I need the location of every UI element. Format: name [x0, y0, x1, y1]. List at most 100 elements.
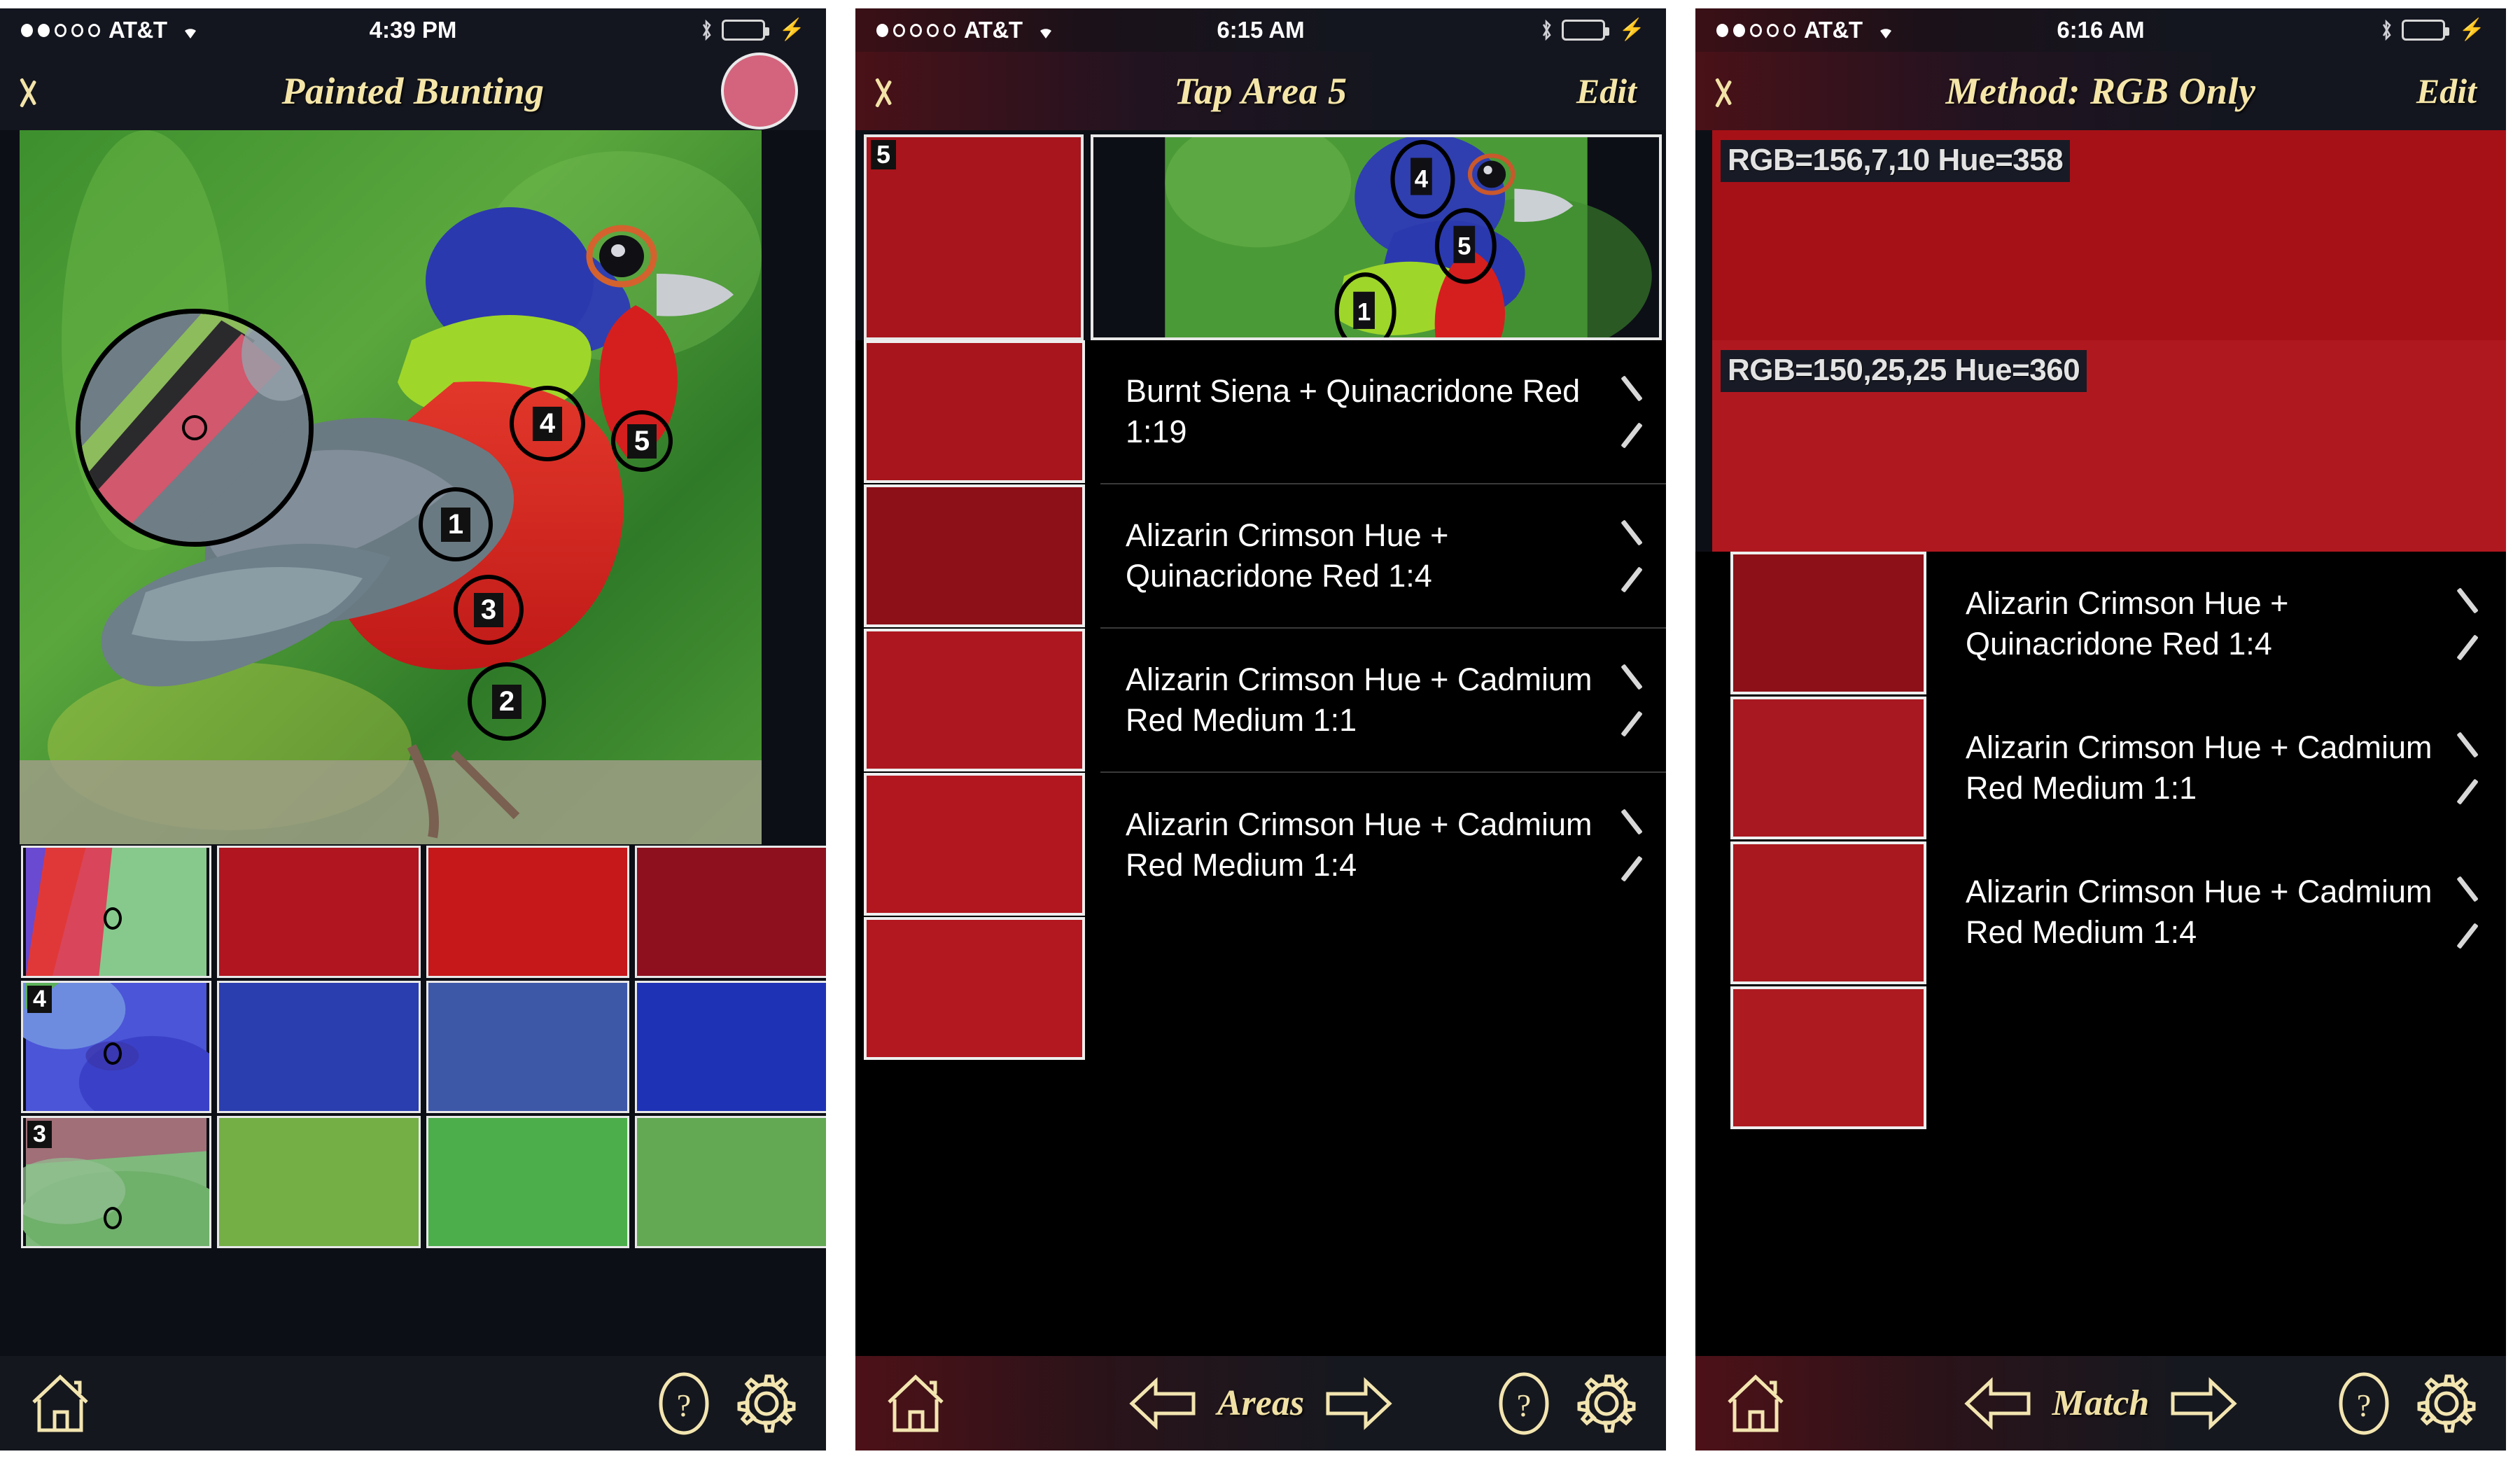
- color-swatch[interactable]: [635, 846, 826, 978]
- list-item[interactable]: Burnt Siena + Quinacridone Red 1:19: [1100, 340, 1666, 484]
- panel1-content: 1 2 3 4 5 4 3: [0, 130, 826, 1356]
- match-color-swatch[interactable]: [864, 340, 1085, 483]
- home-icon[interactable]: [1723, 1373, 1788, 1434]
- lightning-bolt-icon: ⚡: [1618, 18, 1645, 41]
- question-mark-icon[interactable]: ?: [1497, 1371, 1551, 1436]
- edit-button[interactable]: Edit: [1576, 71, 1645, 111]
- color-swatch[interactable]: [426, 981, 630, 1113]
- nav-bar-3: Method: RGB Only Edit: [1695, 52, 2506, 130]
- back-button[interactable]: [1729, 68, 1756, 114]
- home-icon[interactable]: [883, 1373, 948, 1434]
- chevron-right-icon: [1616, 385, 1648, 438]
- area-thumbnail[interactable]: 3: [21, 1116, 211, 1248]
- svg-text:1: 1: [1357, 300, 1371, 326]
- list-item[interactable]: Alizarin Crimson Hue + Quinacridone Red …: [1100, 484, 1666, 629]
- lightning-bolt-icon: ⚡: [2458, 18, 2485, 41]
- list-item[interactable]: Alizarin Crimson Hue + Cadmium Red Mediu…: [1940, 696, 2506, 840]
- photo-viewer[interactable]: 1 2 3 4 5: [0, 130, 826, 844]
- edit-button[interactable]: Edit: [2416, 71, 2485, 111]
- carrier-label: AT&T: [1804, 17, 1863, 43]
- matches-area: Alizarin Crimson Hue + Quinacridone Red …: [1695, 552, 2506, 1356]
- sample-point-ring: [103, 907, 122, 930]
- toolbar-nav-label[interactable]: Areas: [1217, 1383, 1304, 1424]
- magnifier-loupe[interactable]: [76, 309, 314, 547]
- thumbnail-badge: 3: [27, 1121, 52, 1149]
- selected-area-swatch[interactable]: 5: [864, 134, 1084, 340]
- tap-area-marker-1[interactable]: 1: [419, 487, 493, 561]
- match-color-swatch[interactable]: [1730, 552, 1926, 694]
- match-name: Alizarin Crimson Hue + Quinacridone Red …: [1966, 585, 2289, 662]
- area-thumbnail[interactable]: 4: [21, 981, 211, 1113]
- chevron-right-icon: [2451, 597, 2484, 650]
- tap-area-marker-2[interactable]: 2: [468, 662, 546, 741]
- painted-bunting-photo[interactable]: 1 2 3 4 5: [20, 130, 762, 844]
- carrier-label: AT&T: [108, 17, 167, 43]
- svg-text:5: 5: [1457, 234, 1471, 260]
- color-swatch[interactable]: [426, 1116, 630, 1248]
- color-swatch[interactable]: [217, 981, 421, 1113]
- color-swatch[interactable]: [217, 846, 421, 978]
- color-swatch[interactable]: [426, 846, 630, 978]
- list-item[interactable]: Alizarin Crimson Hue + Quinacridone Red …: [1940, 552, 2506, 696]
- status-left-group: AT&T: [876, 17, 1058, 43]
- list-item[interactable]: [1940, 984, 2506, 1128]
- three-phone-screenshots: AT&T 4:39 PM ⚡ Painted Bunting 1 2 3 4 5…: [0, 0, 2520, 1482]
- status-left-group: AT&T: [1716, 17, 1898, 43]
- color-swatch[interactable]: [217, 1116, 421, 1248]
- match-name: Alizarin Crimson Hue + Quinacridone Red …: [1126, 517, 1449, 594]
- wifi-icon: [178, 21, 202, 39]
- svg-text:?: ?: [1517, 1387, 1531, 1423]
- chevron-right-icon: [2451, 741, 2484, 795]
- tap-area-marker-3[interactable]: 3: [454, 575, 524, 645]
- battery-icon: [1561, 20, 1609, 41]
- battery-icon: [721, 20, 769, 41]
- status-bar-3: AT&T 6:16 AM ⚡: [1695, 8, 2506, 52]
- arrow-right-icon[interactable]: [2169, 1376, 2239, 1432]
- color-swatch[interactable]: [635, 1116, 826, 1248]
- bottom-toolbar-2: Areas ?: [855, 1356, 1666, 1450]
- header-strip: 5 4 5 1: [855, 130, 1666, 340]
- arrow-left-icon[interactable]: [1128, 1376, 1198, 1432]
- back-button[interactable]: [889, 68, 916, 114]
- match-color-swatch[interactable]: [864, 917, 1085, 1060]
- gear-icon[interactable]: [2415, 1372, 2478, 1435]
- list-item[interactable]: Alizarin Crimson Hue + Cadmium Red Mediu…: [1940, 840, 2506, 984]
- tap-area-marker-5[interactable]: 5: [611, 410, 673, 472]
- painted-bunting-crop[interactable]: 4 5 1: [1091, 134, 1662, 340]
- match-name: Alizarin Crimson Hue + Cadmium Red Mediu…: [1966, 729, 2432, 806]
- match-color-band[interactable]: RGB=150,25,25 Hue=360: [1695, 340, 2506, 552]
- page-title: Painted Bunting: [281, 70, 545, 112]
- gear-icon[interactable]: [1575, 1372, 1638, 1435]
- list-item[interactable]: Alizarin Crimson Hue + Cadmium Red Mediu…: [1100, 629, 1666, 773]
- bluetooth-icon: [699, 19, 713, 41]
- lightning-bolt-icon: ⚡: [778, 18, 805, 41]
- question-mark-icon[interactable]: ?: [2337, 1371, 2391, 1436]
- chevron-right-icon: [1616, 529, 1648, 582]
- source-color-band[interactable]: RGB=156,7,10 Hue=358: [1695, 130, 2506, 340]
- sample-point-ring: [103, 1042, 122, 1065]
- match-color-swatch[interactable]: [1730, 841, 1926, 984]
- question-mark-icon[interactable]: ?: [657, 1371, 711, 1436]
- panel2-content: 5 4 5 1 Burnt Siena + Quinacridone Red 1…: [855, 130, 1666, 1356]
- sample-point-ring: [103, 1206, 122, 1229]
- color-avatar-button[interactable]: [721, 53, 798, 130]
- toolbar-nav-label[interactable]: Match: [2052, 1383, 2150, 1424]
- home-icon[interactable]: [28, 1373, 92, 1434]
- gear-icon[interactable]: [735, 1372, 798, 1435]
- tap-area-marker-4[interactable]: 4: [510, 386, 585, 461]
- swatch-row: [0, 844, 826, 979]
- thumbnail-badge: 4: [27, 986, 52, 1014]
- status-bar-2: AT&T 6:15 AM ⚡: [855, 8, 1666, 52]
- match-color-swatch[interactable]: [1730, 986, 1926, 1129]
- match-color-swatch[interactable]: [1730, 697, 1926, 839]
- arrow-left-icon[interactable]: [1963, 1376, 2033, 1432]
- match-color-swatch[interactable]: [864, 629, 1085, 771]
- match-color-swatch[interactable]: [864, 484, 1085, 627]
- match-color-swatch[interactable]: [864, 773, 1085, 916]
- area-thumbnail[interactable]: [21, 846, 211, 978]
- arrow-right-icon[interactable]: [1324, 1376, 1394, 1432]
- color-swatch[interactable]: [635, 981, 826, 1113]
- list-item[interactable]: Alizarin Crimson Hue + Cadmium Red Mediu…: [1100, 773, 1666, 917]
- back-button[interactable]: [34, 68, 60, 114]
- page-title: Tap Area 5: [1174, 70, 1348, 112]
